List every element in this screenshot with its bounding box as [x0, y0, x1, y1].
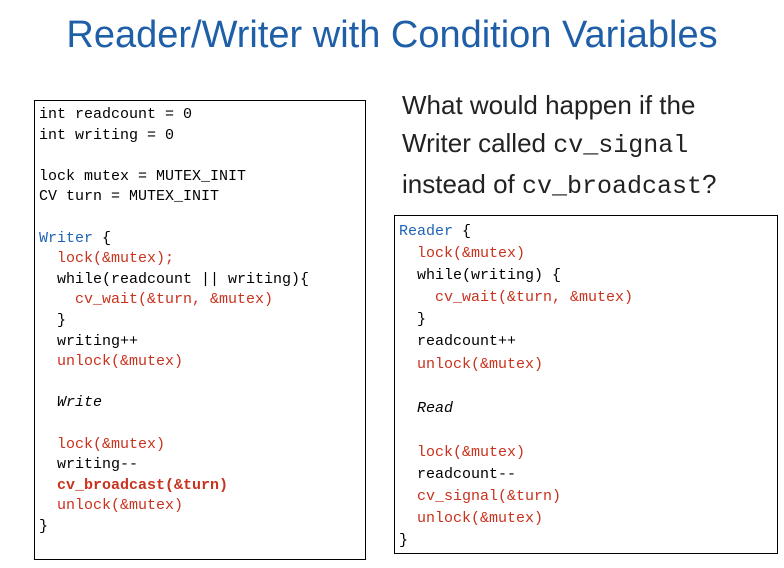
- question-code-broadcast: cv_broadcast: [521, 172, 703, 201]
- code-text: }: [39, 311, 67, 329]
- code-line: cv_wait(&turn, &mutex): [399, 287, 777, 309]
- code-line: lock mutex = MUTEX_INIT: [39, 167, 365, 188]
- code-text: }: [399, 311, 427, 329]
- code-text: cv_wait(&turn, &mutex): [39, 291, 274, 309]
- code-text: CV turn = MUTEX_INIT: [39, 188, 220, 206]
- code-text: cv_broadcast(&turn): [39, 476, 229, 494]
- code-text: readcount++: [399, 333, 517, 351]
- code-line: lock(&mutex): [399, 442, 777, 464]
- code-line: unlock(&mutex): [39, 352, 365, 373]
- code-text: lock(&mutex): [399, 443, 526, 461]
- question-text: What would happen if the Writer called c…: [402, 86, 780, 206]
- question-part1: What would happen if the: [402, 90, 696, 120]
- code-text: lock(&mutex);: [39, 250, 175, 268]
- code-line: cv_broadcast(&turn): [39, 476, 365, 497]
- code-line: }: [39, 517, 365, 538]
- code-line: Read: [399, 398, 777, 420]
- code-line: Writer {: [39, 229, 365, 250]
- code-line: Write: [39, 393, 365, 414]
- code-text: int readcount = 0: [39, 106, 193, 123]
- code-line: writing++: [39, 332, 365, 353]
- code-text: Writer: [39, 229, 94, 247]
- code-text: lock mutex = MUTEX_INIT: [39, 167, 247, 185]
- code-line: int readcount = 0: [39, 105, 365, 126]
- code-line: unlock(&mutex): [399, 354, 777, 376]
- code-text: unlock(&mutex): [399, 355, 544, 373]
- code-line: readcount--: [399, 464, 777, 486]
- code-text: Reader: [399, 223, 454, 240]
- code-line: lock(&mutex): [39, 435, 365, 456]
- code-text: int writing = 0: [39, 126, 175, 144]
- code-line: while(writing) {: [399, 265, 777, 287]
- code-line: }: [399, 309, 777, 331]
- code-line: int writing = 0: [39, 126, 365, 147]
- code-text-suffix: {: [453, 223, 472, 240]
- code-line: unlock(&mutex): [39, 496, 365, 517]
- code-line: writing--: [39, 455, 365, 476]
- code-line: lock(&mutex);: [39, 249, 365, 270]
- code-text: lock(&mutex): [39, 435, 166, 453]
- question-mark: ?: [702, 169, 717, 199]
- code-text: while(writing) {: [399, 267, 562, 285]
- question-code-signal: cv_signal: [553, 131, 689, 160]
- slide-title: Reader/Writer with Condition Variables: [66, 14, 718, 56]
- code-line: }: [399, 530, 777, 552]
- code-line: cv_wait(&turn, &mutex): [39, 290, 365, 311]
- code-text: cv_wait(&turn, &mutex): [399, 289, 634, 307]
- code-text: Write: [39, 394, 103, 412]
- question-part2: Writer called: [402, 128, 547, 158]
- code-text: writing++: [39, 332, 139, 350]
- code-line: }: [39, 311, 365, 332]
- code-line: CV turn = MUTEX_INIT: [39, 187, 365, 208]
- code-text: readcount--: [399, 466, 517, 484]
- code-text: }: [39, 517, 49, 535]
- code-text: cv_signal(&turn): [399, 488, 562, 506]
- writer-code-block: int readcount = 0 int writing = 0 lock mut…: [34, 100, 366, 560]
- question-part3: instead of: [402, 169, 515, 199]
- code-text: writing--: [39, 456, 139, 474]
- code-text: while(readcount || writing){: [39, 270, 310, 288]
- code-line: unlock(&mutex): [399, 508, 777, 530]
- code-text: lock(&mutex): [399, 245, 526, 263]
- code-text: unlock(&mutex): [39, 353, 184, 371]
- code-line: readcount++: [399, 331, 777, 353]
- code-text-suffix: {: [93, 229, 112, 247]
- code-line: while(readcount || writing){: [39, 270, 365, 291]
- code-line: lock(&mutex): [399, 243, 777, 265]
- code-text: Read: [399, 399, 454, 417]
- code-line: Reader {: [399, 221, 777, 243]
- code-text: }: [399, 532, 409, 550]
- code-line: cv_signal(&turn): [399, 486, 777, 508]
- reader-code-block: Reader { lock(&mutex) while(writing) { c…: [394, 215, 778, 554]
- code-text: unlock(&mutex): [399, 510, 544, 528]
- code-text: unlock(&mutex): [39, 497, 184, 515]
